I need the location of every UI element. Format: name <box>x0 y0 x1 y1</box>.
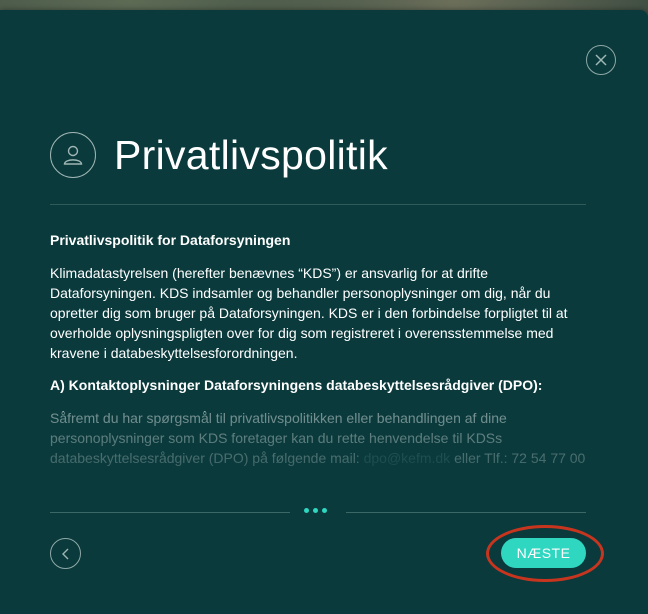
section-a-heading: A) Kontaktoplysninger Dataforsyningens d… <box>50 377 543 393</box>
policy-paragraph: Klimadatastyrelsen (herefter benævnes “K… <box>50 265 568 361</box>
next-button[interactable]: NÆSTE <box>501 538 586 568</box>
header-divider <box>50 204 586 205</box>
pagination-dot <box>313 508 318 513</box>
back-button[interactable] <box>50 538 81 569</box>
policy-text-scroll[interactable]: Privatlivspolitik for Dataforsyningen Kl… <box>50 230 586 494</box>
chevron-left-icon <box>61 548 68 559</box>
close-icon <box>595 54 607 66</box>
pagination-dot <box>322 508 327 513</box>
policy-heading: Privatlivspolitik for Dataforsyningen <box>50 232 291 248</box>
dpo-mail-link[interactable]: dpo@kefm.dk <box>364 450 451 466</box>
pagination-dots <box>304 508 327 513</box>
close-button[interactable] <box>586 45 616 75</box>
policy-paragraph-contact: Såfremt du har spørgsmål til privatlivsp… <box>50 410 586 466</box>
dialog-title: Privatlivspolitik <box>114 131 388 178</box>
dialog-header: Privatlivspolitik <box>50 132 388 178</box>
pagination-dot <box>304 508 309 513</box>
user-icon <box>50 132 96 178</box>
privacy-dialog: Privatlivspolitik Privatlivspolitik for … <box>0 10 648 614</box>
footer-divider-left <box>50 512 290 513</box>
footer-divider-right <box>346 512 586 513</box>
